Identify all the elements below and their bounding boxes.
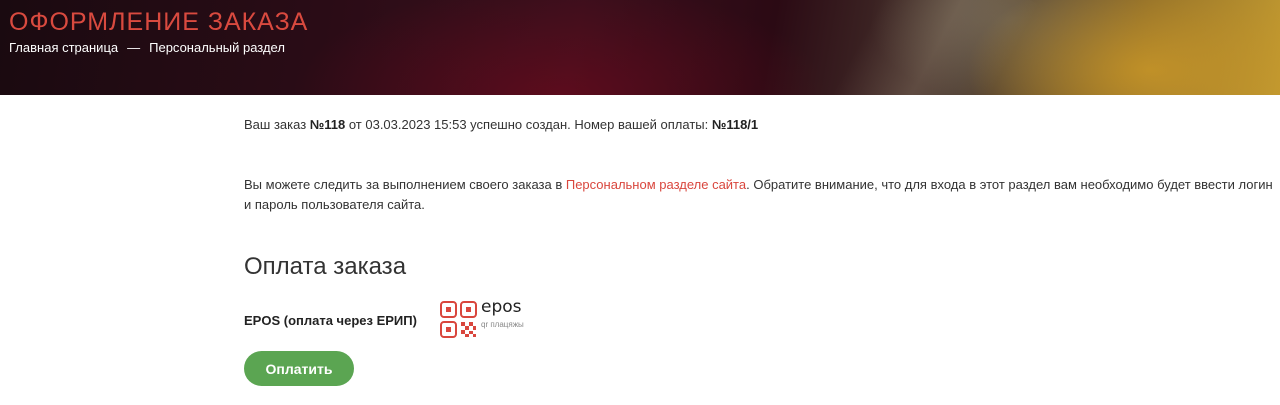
epos-logo-subtitle: qr плацяжы — [481, 320, 524, 329]
epos-logo-word: epos — [481, 297, 522, 317]
payment-section-title: Оплата заказа — [244, 253, 407, 280]
tracking-text-before: Вы можете следить за выполнением своего … — [244, 177, 566, 192]
personal-section-link[interactable]: Персональном разделе сайта — [566, 177, 746, 192]
order-created-message: Ваш заказ №118 от 03.03.2023 15:53 успеш… — [244, 117, 758, 132]
breadcrumb-home-link[interactable]: Главная страница — [9, 40, 118, 55]
breadcrumb-current: Персональный раздел — [149, 40, 285, 55]
qr-icon — [440, 301, 477, 338]
payment-number: №118/1 — [711, 117, 759, 132]
order-tracking-message: Вы можете следить за выполнением своего … — [244, 175, 1274, 215]
order-number: №118 — [309, 117, 346, 132]
epos-logo: epos qr плацяжы — [439, 297, 539, 342]
page-header-banner: ОФОРМЛЕНИЕ ЗАКАЗА Главная страница — Персо… — [0, 0, 1280, 95]
order-text-prefix: Ваш заказ — [244, 117, 310, 132]
page-title: ОФОРМЛЕНИЕ ЗАКАЗА — [9, 8, 309, 36]
payment-method-label: EPOS (оплата через ЕРИП) — [244, 313, 417, 328]
breadcrumb-separator: — — [127, 40, 141, 55]
order-text-middle: от 03.03.2023 15:53 успешно создан. Номе… — [345, 117, 712, 132]
banner-decoration — [821, 0, 1039, 95]
pay-button[interactable]: Оплатить — [244, 351, 354, 386]
breadcrumb: Главная страница — Персональный раздел — [9, 40, 285, 55]
